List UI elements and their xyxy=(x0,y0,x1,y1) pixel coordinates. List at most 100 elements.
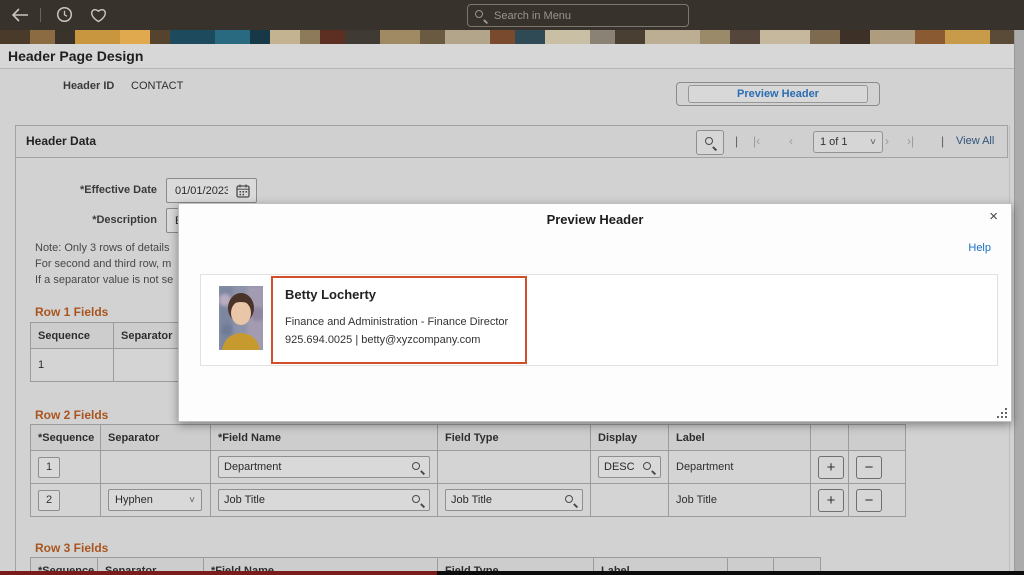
preview-header-modal: Preview Header × Help Betty Locherty Fin… xyxy=(178,203,1012,422)
column-header xyxy=(810,424,849,451)
preview-header-button-label: Preview Header xyxy=(688,85,868,103)
column-header-field-name: *Field Name xyxy=(210,424,438,451)
previous-row-icon[interactable]: ‹ xyxy=(789,134,793,148)
chevron-down-icon: ˅ xyxy=(870,136,876,148)
search-icon[interactable] xyxy=(411,494,424,507)
contact-preview-card: Betty Locherty Finance and Administratio… xyxy=(200,274,998,366)
preview-header-button[interactable]: Preview Header xyxy=(676,82,880,106)
favorites-heart-icon[interactable] xyxy=(90,8,107,23)
column-header-label: Label xyxy=(668,424,811,451)
field-name-input[interactable]: Job Title xyxy=(218,489,430,511)
search-icon[interactable] xyxy=(642,461,655,474)
close-icon[interactable]: × xyxy=(989,209,998,225)
separator-value: Hyphen xyxy=(115,494,153,506)
field-type-cell xyxy=(437,450,591,484)
search-icon[interactable] xyxy=(411,461,424,474)
display-value: DESC xyxy=(604,461,635,473)
menu-search-box[interactable] xyxy=(467,4,689,27)
field-name-value: Job Title xyxy=(224,494,265,506)
column-header-sequence: Sequence xyxy=(30,322,114,349)
find-search-button[interactable] xyxy=(696,130,724,155)
field-name-value: Department xyxy=(224,461,282,473)
last-row-icon[interactable]: ›| xyxy=(907,134,914,148)
description-label: *Description xyxy=(92,214,157,226)
display-input[interactable]: DESC xyxy=(598,456,661,478)
app-window: Header Page Design Header ID CONTACT Pre… xyxy=(0,0,1024,575)
row2-fields-title: Row 2 Fields xyxy=(35,408,109,422)
table-row: 2 Hyphen ˅ Job Title Job Title Job Title … xyxy=(30,483,906,517)
label-cell: Job Title xyxy=(668,483,811,517)
delete-row-button[interactable]: − xyxy=(856,455,882,479)
column-header xyxy=(848,424,906,451)
plus-icon: + xyxy=(826,491,836,509)
separator-cell xyxy=(100,450,211,484)
contact-name: Betty Locherty xyxy=(285,287,377,302)
row2-fields-table: *Sequence Separator *Field Name Field Ty… xyxy=(30,424,906,517)
recent-history-icon[interactable] xyxy=(56,6,73,23)
field-name-input[interactable]: Department xyxy=(218,456,430,478)
sequence-box: 2 xyxy=(38,489,60,511)
sequence-cell: 1 xyxy=(30,348,114,382)
contact-photo xyxy=(219,286,263,350)
column-header-sequence: *Sequence xyxy=(30,424,101,451)
sequence-value: 2 xyxy=(45,494,53,506)
row-count-dropdown[interactable]: 1 of 1 ˅ xyxy=(813,131,883,153)
vertical-scrollbar[interactable] xyxy=(1014,30,1024,571)
row3-fields-title: Row 3 Fields xyxy=(35,541,109,555)
minus-icon: − xyxy=(864,458,874,476)
effective-date-input[interactable] xyxy=(173,183,230,198)
help-link[interactable]: Help xyxy=(968,242,991,254)
resize-handle-icon[interactable] xyxy=(995,406,1007,418)
header-id-label: Header ID xyxy=(63,80,115,92)
search-icon xyxy=(704,136,717,149)
header-data-section-bar: Header Data | |‹ ‹ 1 of 1 ˅ › ›| | View … xyxy=(15,125,1008,158)
label-cell: Department xyxy=(668,450,811,484)
video-progress-fill xyxy=(0,571,437,575)
row-count-value: 1 of 1 xyxy=(820,136,848,148)
row1-fields-title: Row 1 Fields xyxy=(35,305,109,319)
calendar-icon[interactable] xyxy=(236,184,250,198)
decorative-banner xyxy=(0,30,1024,44)
top-navigation-bar xyxy=(0,0,1024,30)
section-title: Header Data xyxy=(26,134,97,148)
plus-icon: + xyxy=(826,458,836,476)
contact-phone-email: 925.694.0025 | betty@xyzcompany.com xyxy=(285,334,481,346)
note-line: If a separator value is not se xyxy=(35,274,174,286)
note-line: Note: Only 3 rows of details xyxy=(35,242,170,254)
modal-title: Preview Header xyxy=(546,212,644,227)
view-all-link[interactable]: View All xyxy=(956,135,994,147)
minus-icon: − xyxy=(864,491,874,509)
sequence-value: 1 xyxy=(45,461,53,473)
field-type-input[interactable]: Job Title xyxy=(445,489,583,511)
note-line: For second and third row, m xyxy=(35,258,172,270)
contact-role: Finance and Administration - Finance Dir… xyxy=(285,316,509,328)
back-icon[interactable] xyxy=(10,7,30,23)
field-type-value: Job Title xyxy=(451,494,492,506)
search-icon[interactable] xyxy=(564,494,577,507)
header-id-value: CONTACT xyxy=(131,80,184,92)
add-row-button[interactable]: + xyxy=(818,488,844,512)
add-row-button[interactable]: + xyxy=(818,455,844,479)
video-progress-bar[interactable] xyxy=(0,571,1024,575)
nav-divider: | xyxy=(735,134,739,148)
next-row-icon[interactable]: › xyxy=(885,134,889,148)
column-header-field-type: Field Type xyxy=(437,424,591,451)
page-titlebar: Header Page Design xyxy=(0,44,1024,69)
column-header-display: Display xyxy=(590,424,669,451)
separator-dropdown[interactable]: Hyphen ˅ xyxy=(108,489,202,511)
toolbar-divider xyxy=(40,8,41,22)
search-icon xyxy=(474,9,487,22)
search-input[interactable] xyxy=(492,8,682,23)
column-header-separator: Separator xyxy=(100,424,211,451)
delete-row-button[interactable]: − xyxy=(856,488,882,512)
effective-date-label: *Effective Date xyxy=(79,184,157,196)
sequence-box: 1 xyxy=(38,456,60,478)
first-row-icon[interactable]: |‹ xyxy=(753,134,760,148)
table-row: 1 Department DESC Department + − xyxy=(30,450,906,484)
effective-date-field[interactable] xyxy=(166,178,257,203)
table-header-row: *Sequence Separator *Field Name Field Ty… xyxy=(30,424,906,451)
contact-info-box: Betty Locherty Finance and Administratio… xyxy=(271,276,527,364)
page-title: Header Page Design xyxy=(8,48,144,64)
chevron-down-icon: ˅ xyxy=(189,494,195,506)
nav-divider: | xyxy=(941,134,945,148)
